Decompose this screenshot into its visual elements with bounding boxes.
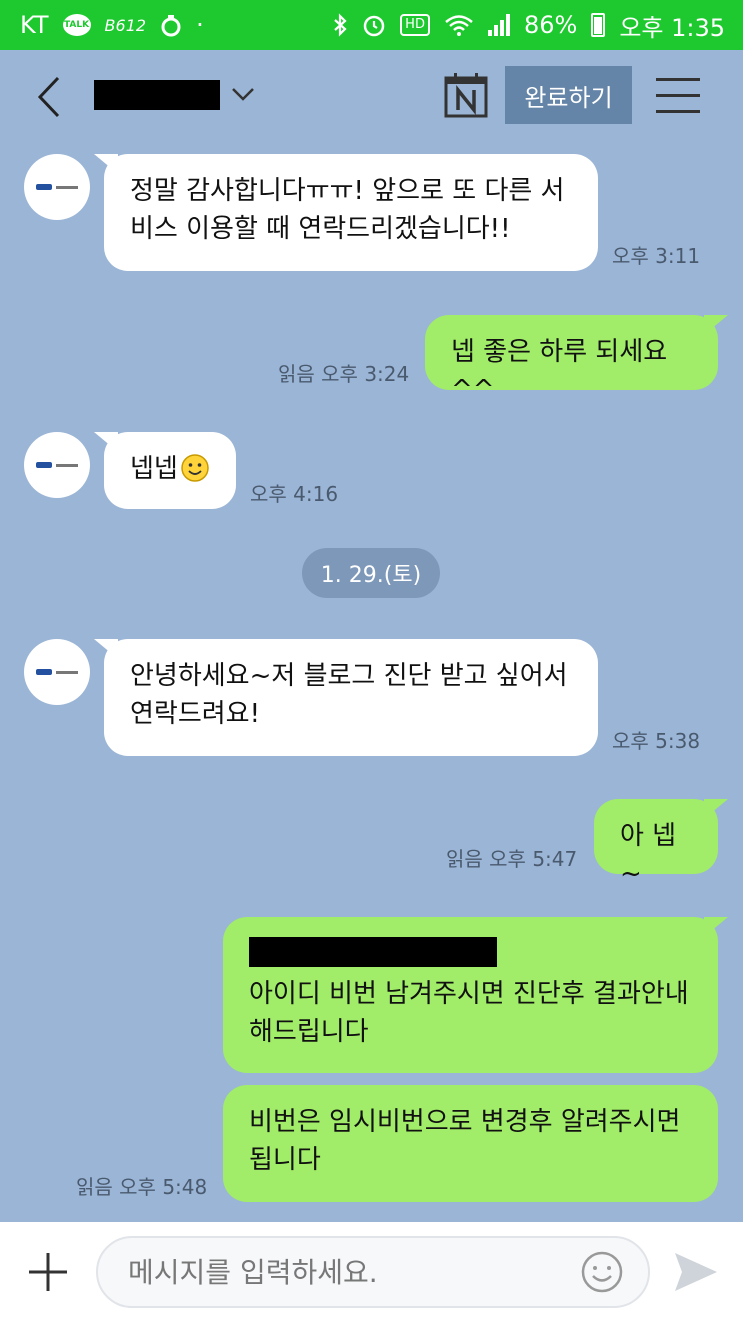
message-text: 아 넵~ <box>620 821 677 889</box>
battery-icon <box>591 13 606 37</box>
chevron-down-icon[interactable] <box>229 80 257 108</box>
hd-voice-icon: HD <box>400 14 430 36</box>
message-read-time: 읽음 오후 3:24 <box>278 362 410 386</box>
status-time: 오후 1:35 <box>619 13 725 42</box>
company-logo-icon <box>36 462 78 468</box>
outgoing-message-bubble[interactable]: 넵 좋은 하루 되세요^^ <box>425 315 728 405</box>
alarm-icon <box>363 15 385 37</box>
message-read-time: 읽음 오후 5:48 <box>76 1175 208 1199</box>
message-input[interactable] <box>96 1236 650 1308</box>
lock-notification-icon <box>161 15 181 37</box>
message-time: 오후 4:16 <box>250 482 339 506</box>
message-text: 아이디 비번 남겨주시면 진단후 결과안내해드립니다 <box>249 979 689 1047</box>
redacted-text <box>249 937 497 967</box>
calendar-n-icon[interactable] <box>444 72 488 118</box>
message-text: 정말 감사합니다ㅠㅠ! 앞으로 또 다른 서비스 이용할 때 연락드리겠습니다!… <box>130 176 565 244</box>
outgoing-message-bubble[interactable]: 아이디 비번 남겨주시면 진단후 결과안내해드립니다 <box>223 917 728 1073</box>
chat-title-redacted[interactable] <box>94 80 220 110</box>
status-bar: KT TALK B612 · HD 86% 오후 1:35 <box>0 0 743 50</box>
outgoing-message-bubble[interactable]: 비번은 임시비번으로 변경후 알려주시면 됩니다 <box>223 1085 718 1202</box>
bluetooth-icon <box>334 13 347 37</box>
message-text: 넵넵 <box>130 454 178 484</box>
signal-strength-icon <box>487 14 510 36</box>
carrier-label: KT <box>20 11 49 39</box>
avatar[interactable] <box>24 639 90 705</box>
b612-notification-icon: B612 <box>104 15 147 35</box>
kakaotalk-notification-icon: TALK <box>62 14 91 36</box>
back-arrow-icon[interactable] <box>30 74 70 120</box>
avatar[interactable] <box>24 432 90 498</box>
smiley-emoji-icon <box>181 454 209 482</box>
bubble-tail <box>94 432 118 452</box>
talk-badge-label: TALK <box>63 20 90 30</box>
company-logo-icon <box>36 184 78 190</box>
incoming-message-bubble[interactable]: 정말 감사합니다ㅠㅠ! 앞으로 또 다른 서비스 이용할 때 연락드리겠습니다!… <box>94 154 598 271</box>
date-divider: 1. 29.(토) <box>302 548 440 598</box>
bubble-tail <box>94 154 118 174</box>
emoji-icon[interactable] <box>580 1250 624 1294</box>
message-input-bar <box>0 1222 743 1321</box>
battery-percent: 86% <box>523 11 578 39</box>
message-text: 비번은 임시비번으로 변경후 알려주시면 됩니다 <box>249 1107 681 1175</box>
bubble-tail <box>704 799 728 819</box>
message-time: 오후 3:11 <box>612 244 701 268</box>
message-read-time: 읽음 오후 5:47 <box>446 847 578 871</box>
hamburger-menu-icon[interactable] <box>656 78 700 114</box>
incoming-message-bubble[interactable]: 넵넵 <box>94 432 236 509</box>
wifi-icon <box>445 15 473 36</box>
chat-header: 완료하기 <box>0 50 743 142</box>
plus-icon[interactable] <box>26 1250 70 1294</box>
outgoing-message-bubble[interactable]: 아 넵~ <box>594 799 728 889</box>
send-icon[interactable] <box>672 1250 720 1294</box>
message-text: 넵 좋은 하루 되세요^^ <box>451 337 668 405</box>
bubble-tail <box>704 917 728 937</box>
bubble-tail <box>704 315 728 335</box>
done-button[interactable]: 완료하기 <box>505 66 632 124</box>
bubble-tail <box>94 639 118 659</box>
more-notifications-icon: · <box>196 11 204 39</box>
avatar[interactable] <box>24 154 90 220</box>
company-logo-icon <box>36 669 78 675</box>
message-text: 안녕하세요~저 블로그 진단 받고 싶어서 연락드려요! <box>130 661 568 729</box>
incoming-message-bubble[interactable]: 안녕하세요~저 블로그 진단 받고 싶어서 연락드려요! <box>94 639 598 756</box>
message-time: 오후 5:38 <box>612 729 701 753</box>
